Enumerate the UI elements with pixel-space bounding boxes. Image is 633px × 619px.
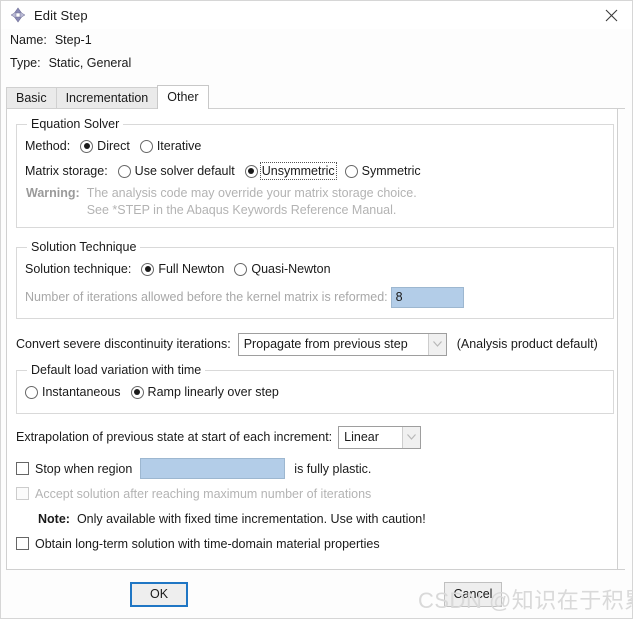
radio-indicator (141, 262, 155, 276)
radio-matrix-use-solver-default[interactable]: Use solver default (117, 164, 235, 178)
kernel-iterations-label: Number of iterations allowed before the … (25, 290, 388, 304)
name-value: Step-1 (54, 33, 92, 47)
close-icon (605, 9, 617, 21)
load-variation-row: Instantaneous Ramp linearly over step (25, 380, 605, 404)
long-term-solution-checkbox[interactable] (16, 537, 29, 550)
ok-button[interactable]: OK (130, 582, 188, 607)
step-header: Name: Step-1 Type: Static, General (1, 29, 632, 79)
note-label: Note: (38, 511, 70, 526)
cancel-button[interactable]: Cancel (444, 582, 502, 607)
type-row: Type: Static, General (10, 56, 632, 79)
radio-label: Quasi-Newton (251, 262, 331, 276)
tab-incrementation[interactable]: Incrementation (55, 87, 159, 108)
radio-indicator (344, 164, 358, 178)
solution-technique-row: Solution technique: Full Newton Quasi-Ne… (25, 257, 605, 281)
name-label: Name: (10, 33, 47, 47)
name-row: Name: Step-1 (10, 33, 632, 56)
stop-when-region-input[interactable] (140, 458, 286, 479)
chevron-down-icon (427, 333, 446, 355)
method-row: Method: Direct Iterative (25, 134, 605, 158)
stop-when-region-prefix: Stop when region (35, 461, 133, 476)
warning-line-2: See *STEP in the Abaqus Keywords Referen… (86, 203, 397, 217)
radio-method-direct[interactable]: Direct (80, 139, 130, 153)
radio-label: Iterative (156, 139, 202, 153)
edit-step-dialog: Edit Step Name: Step-1 Type: Static, Gen… (0, 0, 633, 619)
convert-discontinuity-select[interactable]: Propagate from previous step (237, 332, 447, 356)
solution-technique-label: Solution technique: (25, 262, 132, 276)
chevron-down-icon (402, 426, 421, 448)
radio-full-newton[interactable]: Full Newton (141, 262, 224, 276)
radio-label: Instantaneous (42, 385, 121, 399)
extrapolation-select[interactable]: Linear (338, 425, 422, 449)
convert-discontinuity-suffix: (Analysis product default) (456, 337, 598, 351)
select-value: Propagate from previous step (243, 336, 408, 351)
stop-when-region-checkbox[interactable] (16, 462, 29, 475)
solution-technique-legend: Solution Technique (31, 240, 137, 254)
warning-line-1: The analysis code may override your matr… (86, 186, 417, 200)
accept-solution-label: Accept solution after reaching maximum n… (35, 486, 372, 501)
matrix-storage-row: Matrix storage: Use solver default Unsym… (25, 159, 605, 183)
radio-indicator (234, 262, 248, 276)
extrapolation-label: Extrapolation of previous state at start… (16, 430, 333, 444)
radio-indicator (80, 139, 94, 153)
solution-technique-group: Solution Technique Solution technique: F… (16, 240, 614, 319)
method-label: Method: (25, 139, 71, 153)
title-bar: Edit Step (1, 1, 632, 29)
tab-panel-other: Equation Solver Method: Direct Iterative… (6, 108, 625, 570)
radio-indicator (244, 164, 258, 178)
radio-instantaneous[interactable]: Instantaneous (25, 385, 121, 399)
type-label: Type: (10, 56, 41, 70)
updown-arrow-icon (10, 7, 26, 23)
radio-indicator (117, 164, 131, 178)
matrix-storage-warning: Warning: The analysis code may override … (25, 184, 605, 219)
select-value: Linear (344, 429, 379, 444)
convert-discontinuity-label: Convert severe discontinuity iterations: (16, 337, 231, 351)
accept-solution-note: Note: Only available with fixed time inc… (7, 506, 625, 531)
radio-label: Symmetric (361, 164, 421, 178)
load-variation-legend: Default load variation with time (31, 363, 202, 377)
radio-label: Unsymmetric (259, 162, 337, 180)
equation-solver-group: Equation Solver Method: Direct Iterative… (16, 117, 614, 228)
radio-matrix-symmetric[interactable]: Symmetric (344, 164, 421, 178)
long-term-solution-label: Obtain long-term solution with time-doma… (35, 536, 380, 551)
accept-solution-row: Accept solution after reaching maximum n… (7, 481, 625, 506)
long-term-solution-row: Obtain long-term solution with time-doma… (7, 531, 625, 556)
radio-label: Use solver default (134, 164, 235, 178)
radio-label: Direct (97, 139, 130, 153)
radio-label: Full Newton (158, 262, 225, 276)
type-value: Static, General (48, 56, 132, 70)
radio-indicator (130, 385, 144, 399)
equation-solver-legend: Equation Solver (31, 117, 120, 131)
stop-when-region-suffix: is fully plastic. (294, 461, 372, 476)
radio-indicator (25, 385, 38, 399)
kernel-iterations-row: Number of iterations allowed before the … (25, 285, 605, 309)
tab-bar: Basic Incrementation Other (1, 85, 632, 109)
warning-label: Warning: (26, 186, 80, 200)
window-title: Edit Step (34, 7, 88, 23)
convert-discontinuity-row: Convert severe discontinuity iterations:… (7, 329, 625, 359)
close-button[interactable] (590, 1, 632, 29)
tab-other[interactable]: Other (157, 85, 209, 109)
note-text: Only available with fixed time increment… (76, 511, 426, 526)
matrix-storage-label: Matrix storage: (25, 164, 108, 178)
radio-method-iterative[interactable]: Iterative (139, 139, 202, 153)
dialog-footer: OK Cancel (1, 570, 632, 618)
accept-solution-checkbox (16, 487, 29, 500)
panel-right-edge (617, 109, 625, 569)
radio-matrix-unsymmetric[interactable]: Unsymmetric (244, 162, 337, 180)
tab-basic[interactable]: Basic (6, 87, 57, 108)
radio-ramp-linearly[interactable]: Ramp linearly over step (130, 385, 279, 399)
load-variation-group: Default load variation with time Instant… (16, 363, 614, 414)
warning-body: The analysis code may override your matr… (87, 185, 417, 219)
radio-quasi-newton[interactable]: Quasi-Newton (234, 262, 331, 276)
radio-label: Ramp linearly over step (147, 385, 279, 399)
stop-when-region-row: Stop when region is fully plastic. (7, 456, 625, 481)
extrapolation-row: Extrapolation of previous state at start… (7, 422, 625, 452)
kernel-iterations-input[interactable]: 8 (390, 286, 464, 308)
radio-indicator (139, 139, 153, 153)
